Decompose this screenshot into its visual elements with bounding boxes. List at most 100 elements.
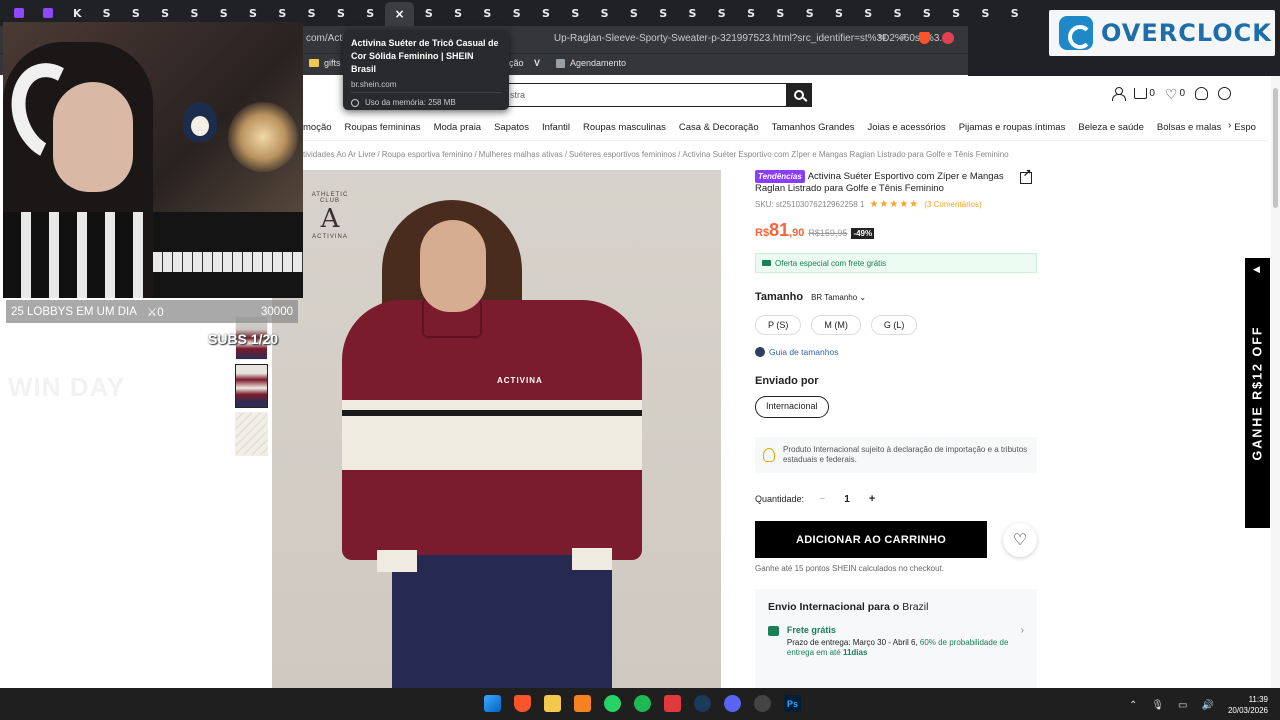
- browser-tab[interactable]: S: [766, 2, 795, 24]
- reviews-link[interactable]: (3 Comentários): [924, 200, 981, 209]
- browser-tab[interactable]: S: [473, 2, 502, 24]
- category-item[interactable]: Sapatos: [494, 122, 529, 133]
- close-tab-icon[interactable]: ×: [394, 7, 404, 21]
- size-guide-link[interactable]: Guia de tamanhos: [755, 347, 1037, 357]
- browser-tab[interactable]: S: [942, 2, 971, 24]
- file-explorer-icon[interactable]: [544, 695, 561, 712]
- browser-tab[interactable]: S: [297, 2, 326, 24]
- breadcrumb-item[interactable]: tividades Ao Ar Livre: [303, 150, 375, 159]
- page-scrollbar[interactable]: [1271, 76, 1280, 688]
- collapse-arrow-icon[interactable]: ◀: [1253, 264, 1260, 275]
- quantity-value[interactable]: 1: [830, 494, 864, 505]
- browser-tab[interactable]: S: [414, 2, 443, 24]
- search-button[interactable]: [786, 83, 812, 107]
- browser-tab[interactable]: S: [531, 2, 560, 24]
- browser-tab[interactable]: S: [590, 2, 619, 24]
- bookmark-gifts[interactable]: gifts: [309, 58, 341, 68]
- spotify-icon[interactable]: [634, 695, 651, 712]
- external-link-icon[interactable]: [1020, 168, 1032, 184]
- wishlist-add-button[interactable]: ♡: [1003, 522, 1037, 557]
- browser-tab[interactable]: S: [707, 2, 736, 24]
- sublime-text-icon[interactable]: [574, 695, 591, 712]
- browser-tab[interactable]: S: [736, 2, 765, 24]
- system-clock[interactable]: 11:39 20/03/2026: [1228, 694, 1268, 716]
- category-item[interactable]: Pijamas e roupas íntimas: [959, 122, 1066, 133]
- bookmark-v[interactable]: V: [534, 58, 540, 68]
- browser-tab[interactable]: S: [209, 2, 238, 24]
- breadcrumb-item[interactable]: Roupa esportiva feminino: [382, 150, 473, 159]
- shipped-by-international[interactable]: Internacional: [755, 396, 829, 418]
- browser-tab[interactable]: S: [795, 2, 824, 24]
- browser-tab[interactable]: S: [180, 2, 209, 24]
- category-item[interactable]: moção: [303, 122, 332, 133]
- add-to-cart-button[interactable]: ADICIONAR AO CARRINHO: [755, 521, 988, 558]
- volume-icon[interactable]: 🔊: [1202, 700, 1214, 711]
- browser-tab[interactable]: S: [268, 2, 297, 24]
- browser-tab[interactable]: S: [356, 2, 385, 24]
- browser-tab[interactable]: S: [92, 2, 121, 24]
- browser-tab[interactable]: S: [443, 2, 472, 24]
- browser-tab[interactable]: S: [619, 2, 648, 24]
- category-item[interactable]: Joias e acessórios: [868, 122, 946, 133]
- steam-icon[interactable]: [694, 695, 711, 712]
- breadcrumb-item[interactable]: Mulheres malhas ativas: [479, 150, 563, 159]
- windows-start-icon[interactable]: [484, 695, 501, 712]
- red-app-icon[interactable]: [664, 695, 681, 712]
- browser-tab[interactable]: S: [121, 2, 150, 24]
- browser-tab[interactable]: S: [971, 2, 1000, 24]
- language-button[interactable]: [1218, 87, 1231, 100]
- brave-rewards-icon[interactable]: [941, 32, 954, 44]
- size-system-dropdown[interactable]: BR Tamanho ⌄: [811, 293, 866, 302]
- browser-tab[interactable]: S: [238, 2, 267, 24]
- reader-icon[interactable]: ⇋: [878, 32, 886, 44]
- category-item[interactable]: Tamanhos Grandes: [772, 122, 855, 133]
- browser-tab[interactable]: [4, 2, 33, 24]
- browser-tab[interactable]: S: [678, 2, 707, 24]
- account-button[interactable]: [1112, 87, 1127, 101]
- size-option[interactable]: G (L): [870, 315, 918, 335]
- browser-tab[interactable]: K: [63, 2, 92, 24]
- browser-tab[interactable]: S: [649, 2, 678, 24]
- display-icon[interactable]: ▭: [1178, 700, 1187, 711]
- category-item[interactable]: Roupas femininas: [345, 122, 421, 133]
- browser-tab[interactable]: S: [326, 2, 355, 24]
- category-item[interactable]: Roupas masculinas: [583, 122, 666, 133]
- browser-tab[interactable]: ×: [384, 2, 415, 26]
- browser-tab[interactable]: S: [1000, 2, 1029, 24]
- browser-tab[interactable]: S: [561, 2, 590, 24]
- photoshop-icon[interactable]: Ps: [784, 695, 801, 712]
- breadcrumb-item[interactable]: Suéteres esportivos femininos: [569, 150, 676, 159]
- browser-tab[interactable]: S: [883, 2, 912, 24]
- cart-button[interactable]: 0: [1134, 88, 1155, 99]
- browser-tab[interactable]: S: [824, 2, 853, 24]
- quantity-increase[interactable]: +: [864, 493, 880, 505]
- chevron-up-icon[interactable]: ⌃: [1129, 700, 1137, 711]
- category-item[interactable]: Infantil: [542, 122, 570, 133]
- settings-app-icon[interactable]: [754, 695, 771, 712]
- discord-icon[interactable]: [724, 695, 741, 712]
- breadcrumb-item[interactable]: Activina Suéter Esportivo com Zíper e Ma…: [682, 150, 1008, 159]
- search-input[interactable]: stra: [501, 83, 787, 107]
- support-button[interactable]: [1195, 87, 1208, 100]
- size-option[interactable]: M (M): [811, 315, 861, 335]
- size-option[interactable]: P (S): [755, 315, 802, 335]
- brave-browser-icon[interactable]: [514, 695, 531, 712]
- category-item[interactable]: Moda praia: [434, 122, 482, 133]
- browser-tab[interactable]: S: [912, 2, 941, 24]
- brave-shield-icon[interactable]: [918, 32, 930, 44]
- category-item[interactable]: Beleza e saúde: [1078, 122, 1144, 133]
- browser-tab[interactable]: [33, 2, 62, 24]
- free-shipping-row[interactable]: Frete grátis Prazo de entrega: Março 30 …: [768, 625, 1024, 658]
- browser-tab[interactable]: S: [854, 2, 883, 24]
- browser-tab[interactable]: S: [150, 2, 179, 24]
- microphone-icon[interactable]: 🎙: [1151, 700, 1164, 711]
- browser-tab[interactable]: S: [502, 2, 531, 24]
- category-next-icon[interactable]: ›: [1228, 120, 1244, 131]
- scrollbar-thumb[interactable]: [1273, 88, 1278, 208]
- whatsapp-icon[interactable]: [604, 695, 621, 712]
- bookmark-acao[interactable]: ção: [509, 58, 524, 68]
- category-item[interactable]: Casa & Decoração: [679, 122, 759, 133]
- product-thumbnail[interactable]: [235, 364, 268, 408]
- category-item[interactable]: Bolsas e malas: [1157, 122, 1221, 133]
- wishlist-button[interactable]: ♡ 0: [1165, 87, 1185, 101]
